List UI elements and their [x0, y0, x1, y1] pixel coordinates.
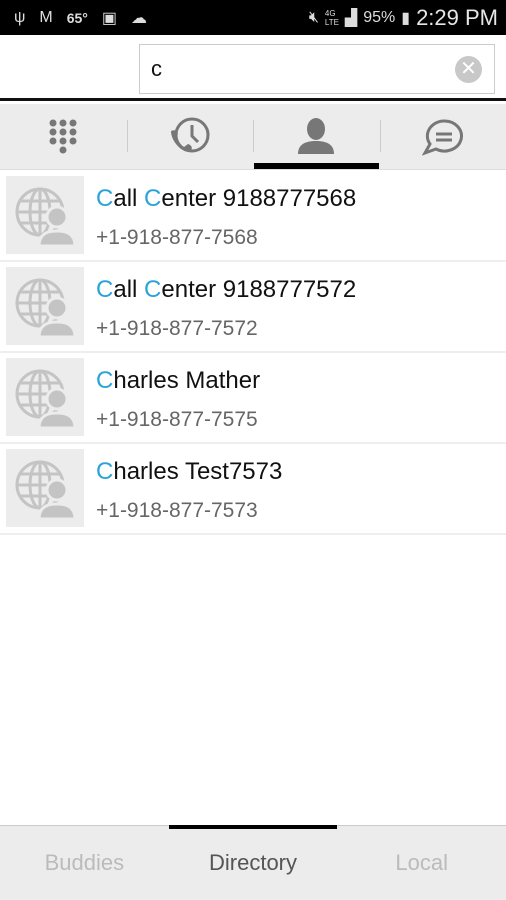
name-part: C [144, 276, 162, 303]
main-tabs [0, 104, 506, 170]
contact-phone: +1-918-877-7572 [96, 317, 258, 340]
list-item[interactable]: Charles Test7573 +1-918-877-7573 [0, 444, 506, 535]
name-part: harles Test7573 [113, 458, 283, 485]
directory-contact-avatar [6, 358, 84, 436]
contact-name: Call Center 9188777572 [96, 276, 356, 304]
signal-icon: ▟ [344, 9, 358, 27]
tab-dialpad[interactable] [0, 104, 127, 169]
contact-phone: +1-918-877-7575 [96, 408, 258, 431]
directory-contact-avatar [6, 267, 84, 345]
clock: 2:29 PM [416, 4, 498, 30]
search-box: ✕ [139, 44, 495, 94]
contact-name: Charles Test7573 [96, 458, 282, 486]
temperature: 65° [66, 9, 88, 26]
dialpad-icon [49, 119, 77, 153]
name-part: C [96, 185, 114, 212]
name-part: all [113, 185, 145, 212]
tab-chat[interactable] [379, 104, 506, 169]
image-icon: ▣ [101, 9, 118, 27]
tab-call-history[interactable] [126, 104, 254, 169]
directory-contact-avatar [6, 176, 84, 254]
globe-person-icon [15, 369, 77, 430]
name-part: harles Mather [113, 367, 261, 394]
globe-person-icon [15, 278, 77, 339]
list-item[interactable]: Call Center 9188777572 +1-918-877-7572 [0, 262, 506, 353]
gmail-icon: M [39, 8, 53, 26]
list-item[interactable]: Charles Mather +1-918-877-7575 [0, 353, 506, 444]
list-item[interactable]: Call Center 9188777568 +1-918-877-7568 [0, 171, 506, 262]
usb-icon: ψ [14, 8, 26, 26]
sync-icon: ☁ [131, 9, 148, 27]
tab-local[interactable]: Local [337, 826, 506, 900]
battery-level: 95% [363, 8, 396, 26]
name-part: C [144, 185, 162, 212]
name-part: C [96, 458, 114, 485]
tab-contacts[interactable] [253, 104, 380, 169]
call-history-icon [170, 117, 210, 152]
name-part: all [113, 276, 145, 303]
directory-contact-avatar [6, 449, 84, 527]
name-part: enter 9188777568 [161, 185, 357, 212]
tab-directory[interactable]: Directory [168, 825, 338, 900]
name-part: C [96, 367, 114, 394]
contact-name: Charles Mather [96, 367, 260, 395]
chat-icon [421, 118, 463, 156]
search-input[interactable] [140, 45, 440, 93]
contact-phone: +1-918-877-7568 [96, 226, 258, 249]
globe-person-icon [15, 187, 77, 248]
contact-phone: +1-918-877-7573 [96, 499, 258, 522]
contact-list: Call Center 9188777568 +1-918-877-7568 C… [0, 171, 506, 535]
clear-icon[interactable]: ✕ [455, 56, 482, 83]
contact-name: Call Center 9188777568 [96, 185, 356, 213]
globe-person-icon [15, 460, 77, 521]
bottom-tabs: Buddies Directory Local [0, 825, 506, 900]
mute-icon: 🔇︎ [308, 8, 319, 26]
network-type: 4G LTE [324, 8, 339, 27]
battery-charging-icon: ▮ [401, 9, 411, 27]
name-part: C [96, 276, 114, 303]
name-part: enter 9188777572 [161, 276, 357, 303]
search-bar: ✕ [0, 35, 506, 101]
contacts-icon [298, 117, 335, 154]
tab-buddies[interactable]: Buddies [0, 826, 169, 900]
status-bar: ψ M 65° ▣ ☁ 🔇︎ 4G LTE ▟ 95% ▮ 2:29 PM [0, 0, 506, 35]
